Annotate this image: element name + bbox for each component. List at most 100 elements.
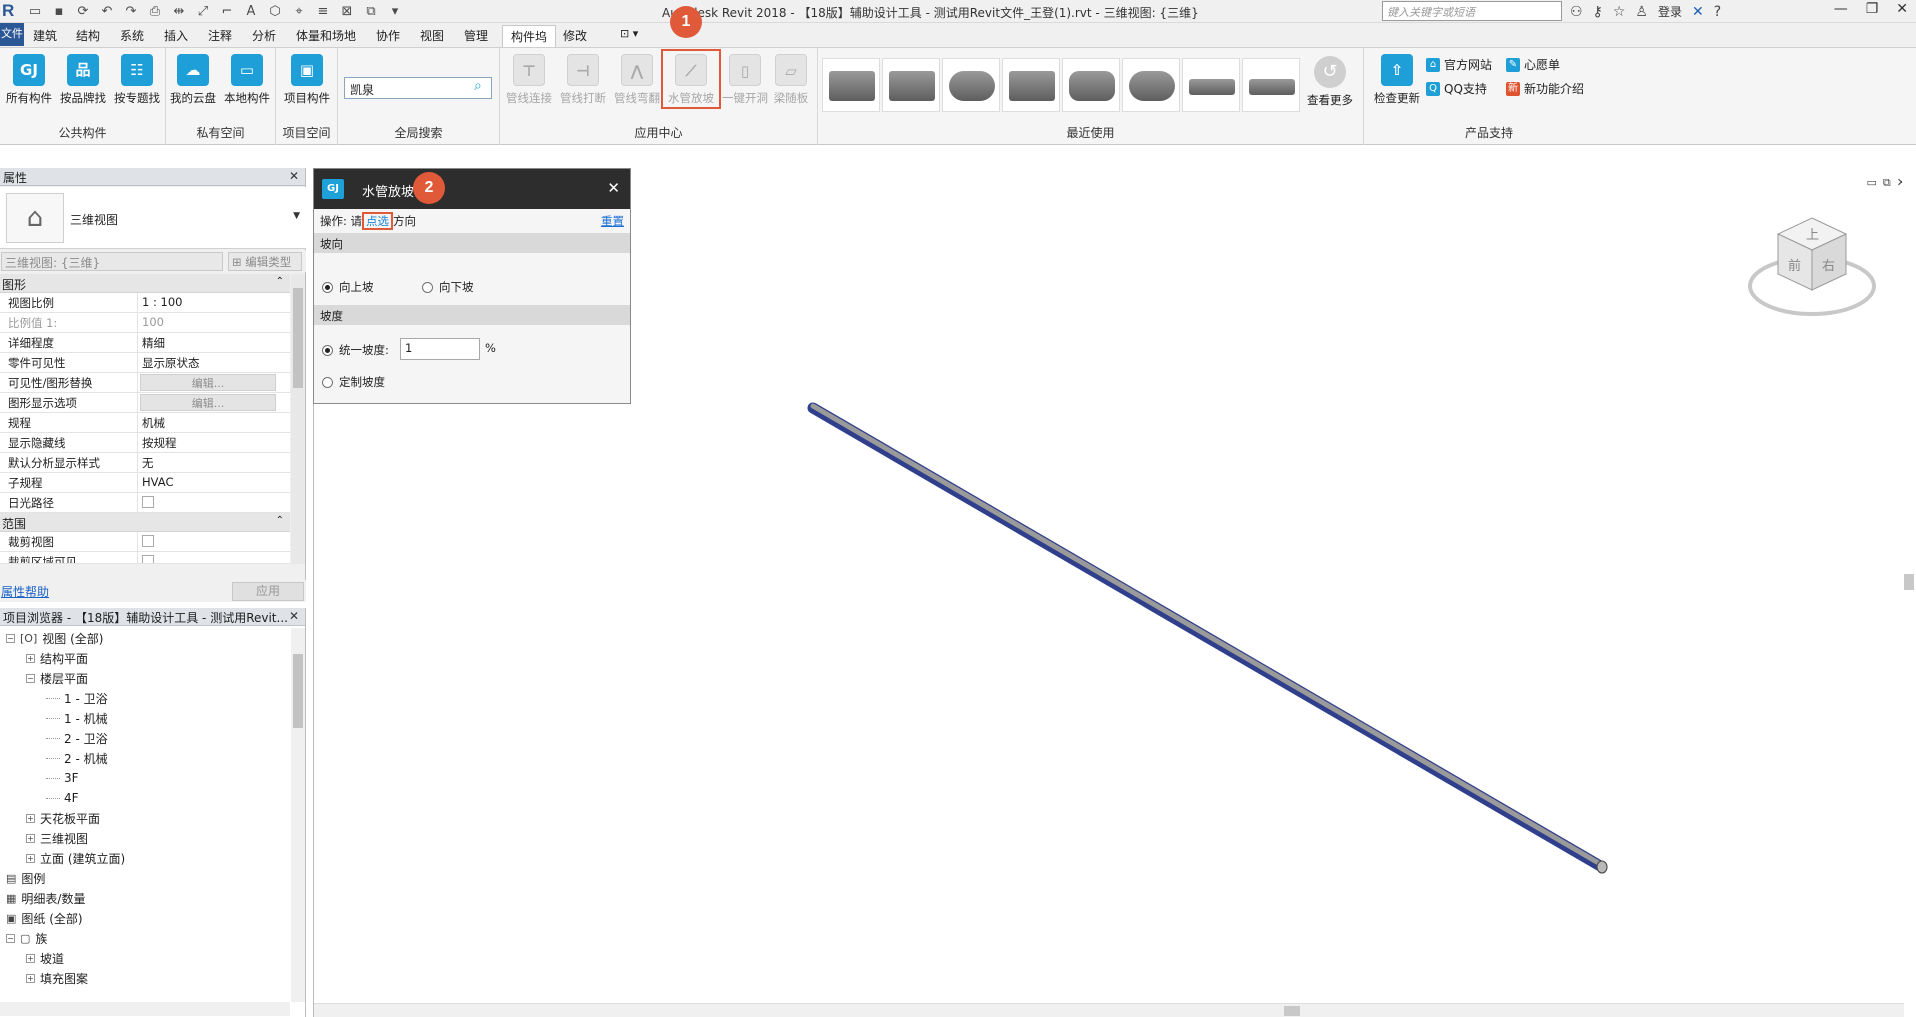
instance-filter-select[interactable]: 三维视图: {三维}	[1, 252, 223, 271]
help-search-input[interactable]: 键入关键字或短语	[1382, 1, 1562, 21]
browser-tree-item[interactable]: + 坡道	[0, 948, 290, 968]
all-components-button[interactable]: GJ 所有构件	[2, 52, 56, 106]
prop-row[interactable]: 可见性/图形替换 编辑...	[0, 373, 290, 393]
slope-value-input[interactable]: 1	[400, 338, 480, 360]
recent-item-tray-bend[interactable]	[882, 58, 940, 112]
recent-item-duct-elbow[interactable]	[1002, 58, 1060, 112]
browser-tree-item[interactable]: + 三维视图	[0, 828, 290, 848]
tab-analyze[interactable]: 分析	[252, 27, 276, 44]
browser-tree-item[interactable]: + 结构平面	[0, 648, 290, 668]
help-icon[interactable]: ?	[1714, 4, 1721, 20]
edit-type-button[interactable]: ⊞ 编辑类型	[228, 252, 302, 271]
browser-horizontal-scrollbar[interactable]	[0, 1002, 290, 1016]
subscription-icon[interactable]: ⚷	[1593, 4, 1603, 20]
tab-extra-dropdown-icon[interactable]: ⊡ ▾	[620, 27, 638, 40]
slope-down-radio[interactable]: 向下坡	[422, 279, 474, 295]
close-icon[interactable]: ✕	[289, 609, 299, 623]
prop-row[interactable]: 子规程 HVAC	[0, 473, 290, 493]
prop-value[interactable]: 按规程	[138, 433, 290, 452]
measure-icon[interactable]: ⇹	[170, 3, 188, 20]
viewcube-right-face[interactable]: 右	[1822, 259, 1835, 274]
minimize-icon[interactable]: ▭	[1867, 176, 1877, 190]
viewport-vertical-scrollbar[interactable]	[1902, 168, 1916, 1003]
dimension-icon[interactable]: ⤢	[194, 3, 212, 20]
viewport-horizontal-scrollbar[interactable]	[314, 1003, 1904, 1017]
pipe-break-button[interactable]: ⊣ 管线打断	[556, 52, 610, 106]
chevron-down-icon[interactable]: ▼	[293, 211, 300, 221]
tab-view[interactable]: 视图	[420, 27, 444, 44]
reset-link[interactable]: 重置	[601, 213, 624, 229]
scroll-thumb[interactable]	[293, 288, 303, 388]
expand-icon[interactable]: +	[26, 833, 35, 843]
exchange-apps-icon[interactable]: ✕	[1692, 4, 1704, 20]
beam-follow-slab-button[interactable]: ▱ 梁随板	[764, 52, 818, 106]
browser-tree-item[interactable]: − [O] 视图 (全部)	[0, 628, 290, 648]
browser-tree-item[interactable]: 1 - 卫浴	[0, 688, 290, 708]
pipe-bend-button[interactable]: ⋀ 管线弯翻	[610, 52, 664, 106]
recent-item-round-elbow[interactable]	[1122, 58, 1180, 112]
browser-tree-item[interactable]: ▣ 图纸 (全部)	[0, 908, 290, 928]
redo-icon[interactable]: ↷	[122, 3, 140, 20]
revit-logo-icon[interactable]: R	[2, 1, 18, 21]
browser-scrollbar[interactable]	[291, 628, 305, 1002]
recent-item-duct-bend[interactable]	[1062, 58, 1120, 112]
browser-tree-item[interactable]: 1 - 机械	[0, 708, 290, 728]
browser-tree-item[interactable]: + 填充图案	[0, 968, 290, 988]
wishlist-link[interactable]: ✎ 心愿单	[1506, 56, 1560, 73]
print-icon[interactable]: ⎙	[146, 3, 164, 20]
tab-insert[interactable]: 插入	[164, 27, 188, 44]
collapse-icon[interactable]: −	[6, 933, 15, 943]
binoculars-icon[interactable]: ⚇	[1570, 4, 1583, 20]
browser-tree-item[interactable]: + 天花板平面	[0, 808, 290, 828]
thin-lines-icon[interactable]: ≡	[314, 3, 332, 20]
scroll-thumb[interactable]	[293, 654, 303, 728]
undo-icon[interactable]: ↶	[98, 3, 116, 20]
search-icon[interactable]: ⌕	[474, 78, 482, 94]
browser-tree-item[interactable]: 4F	[0, 788, 290, 808]
close-hidden-icon[interactable]: ⊠	[338, 3, 356, 20]
tab-systems[interactable]: 系统	[120, 27, 144, 44]
login-button[interactable]: 登录	[1658, 3, 1682, 20]
browser-tree-item[interactable]: − 楼层平面	[0, 668, 290, 688]
recent-item-tray-peak[interactable]	[1242, 58, 1300, 112]
display-options-edit-button[interactable]: 编辑...	[140, 394, 276, 411]
tab-manage[interactable]: 管理	[464, 27, 488, 44]
tab-collaborate[interactable]: 协作	[376, 27, 400, 44]
vg-edit-button[interactable]: 编辑...	[140, 374, 276, 391]
pipe-slope-button[interactable]: ⟋ 水管放坡	[661, 49, 721, 109]
prop-value[interactable]: 精细	[138, 333, 290, 352]
crop-view-checkbox[interactable]	[142, 535, 154, 547]
switch-windows-icon[interactable]: ⧉	[362, 3, 380, 20]
prop-row[interactable]: 日光路径	[0, 493, 290, 513]
browser-tree-item[interactable]: ▤ 图例	[0, 868, 290, 888]
crop-region-visible-checkbox[interactable]	[142, 555, 154, 563]
local-components-button[interactable]: ▭ 本地构件	[220, 52, 274, 106]
collapse-icon[interactable]: ⌃	[276, 276, 284, 287]
custom-slope-radio[interactable]: 定制坡度	[322, 374, 385, 390]
browser-tree-item[interactable]: − ▢ 族	[0, 928, 290, 948]
type-selector[interactable]: ⌂ 三维视图 ▼	[0, 187, 306, 249]
project-components-button[interactable]: ▣ 项目构件	[280, 52, 334, 106]
browser-tree-item[interactable]: 2 - 卫浴	[0, 728, 290, 748]
section-icon[interactable]: ⌖	[290, 3, 308, 20]
properties-help-link[interactable]: 属性帮助	[1, 583, 49, 600]
restore-icon[interactable]: ❐	[1866, 1, 1879, 17]
close-icon[interactable]: ✕	[289, 169, 299, 183]
restore-icon[interactable]: ⧉	[1883, 176, 1891, 190]
expand-icon[interactable]: +	[26, 653, 35, 663]
tab-annotate[interactable]: 注释	[208, 27, 232, 44]
uniform-slope-radio[interactable]: 统一坡度:	[322, 342, 389, 358]
viewcube-top-face[interactable]: 上	[1806, 228, 1819, 243]
prop-row[interactable]: 视图比例 1 : 100	[0, 293, 290, 313]
qq-support-link[interactable]: Q QQ支持	[1426, 80, 1487, 97]
sync-icon[interactable]: ⟳	[74, 3, 92, 20]
browser-tree-item[interactable]: ▦ 明细表/数量	[0, 888, 290, 908]
prop-row[interactable]: 默认分析显示样式无	[0, 453, 290, 473]
prop-value[interactable]: 1 : 100	[138, 293, 290, 312]
recent-item-cable-tray[interactable]	[822, 58, 880, 112]
recent-item-tray-ridge[interactable]	[1182, 58, 1240, 112]
collapse-icon[interactable]: −	[6, 633, 15, 643]
user-icon[interactable]: ♙	[1635, 4, 1648, 20]
collapse-icon[interactable]: −	[26, 673, 35, 683]
open-icon[interactable]: ▭	[26, 3, 44, 20]
